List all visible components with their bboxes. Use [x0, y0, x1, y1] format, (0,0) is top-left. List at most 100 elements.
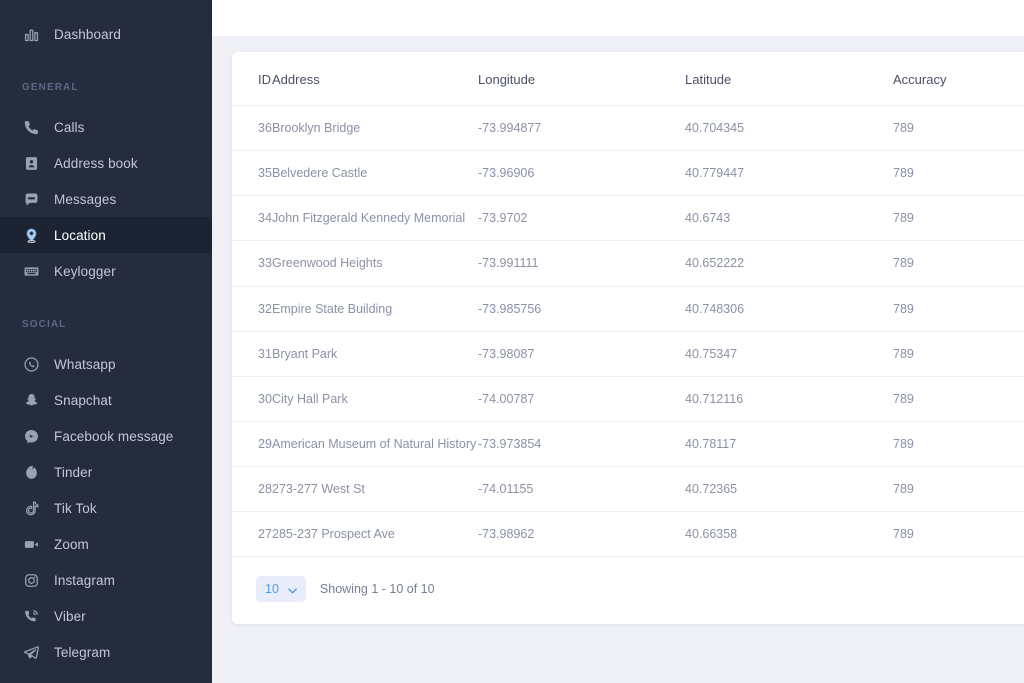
- cell-id: 28: [232, 466, 272, 513]
- sidebar-item-address-book[interactable]: Address book: [0, 145, 212, 181]
- sidebar-item-zoom[interactable]: Zoom: [0, 526, 212, 562]
- cell-latitude: 40.75347: [685, 331, 893, 377]
- table-row[interactable]: 30 City Hall Park -74.00787 40.712116 789: [232, 376, 1024, 422]
- table-row[interactable]: 33 Greenwood Heights -73.991111 40.652222 78…: [232, 240, 1024, 287]
- sidebar-item-label: Location: [54, 227, 106, 243]
- video-icon: [22, 535, 40, 553]
- table-row[interactable]: 28 273-277 West St -74.01155 40.72365 789: [232, 466, 1024, 513]
- wechat-icon: [22, 679, 40, 683]
- cell-id: 30: [232, 376, 272, 422]
- keyboard-icon: [22, 262, 40, 280]
- cell-latitude: 40.78117: [685, 421, 893, 468]
- cell-latitude: 40.779447: [685, 150, 893, 197]
- cell-longitude: -73.98087: [478, 331, 685, 377]
- showing-range-text: Showing 1 - 10 of 10: [319, 582, 435, 597]
- sidebar-section-title-general: GENERAL: [22, 82, 79, 93]
- sidebar: Dashboard GENERAL Calls Address book Message…: [0, 0, 212, 683]
- sidebar-item-label: Zoom: [54, 536, 89, 552]
- cell-latitude: 40.66358: [685, 511, 893, 558]
- column-header-latitude[interactable]: Latitude: [685, 52, 893, 106]
- sidebar-item-label: Messages: [54, 191, 117, 207]
- sidebar-item-label: Address book: [54, 155, 138, 171]
- column-header-longitude[interactable]: Longitude: [478, 52, 685, 106]
- sidebar-item-messages[interactable]: Messages: [0, 181, 212, 217]
- cell-id: 34: [232, 195, 272, 242]
- sidebar-item-label: Viber: [54, 608, 86, 624]
- cell-accuracy: 789: [893, 150, 1024, 197]
- sidebar-item-calls[interactable]: Calls: [0, 109, 212, 145]
- cell-longitude: -74.00787: [478, 376, 685, 422]
- cell-accuracy: 789: [893, 511, 1024, 558]
- sidebar-item-tik-tok[interactable]: Tik Tok: [0, 490, 212, 526]
- sidebar-item-facebook-message[interactable]: Facebook message: [0, 418, 212, 454]
- sidebar-item-label: Dashboard: [54, 26, 121, 42]
- cell-accuracy: 789: [893, 421, 1024, 468]
- column-header-accuracy[interactable]: Accuracy: [893, 52, 1024, 106]
- sidebar-item-tinder[interactable]: Tinder: [0, 454, 212, 490]
- sidebar-section-title-social: SOCIAL: [22, 319, 67, 330]
- contact-icon: [22, 154, 40, 172]
- column-header-address[interactable]: Address: [272, 52, 478, 106]
- per-page-select[interactable]: 10: [256, 576, 306, 603]
- sidebar-item-label: Telegram: [54, 644, 111, 660]
- table-row[interactable]: 34 John Fitzgerald Kennedy Memorial -73.97…: [232, 195, 1024, 242]
- telegram-icon: [22, 643, 40, 661]
- table-row[interactable]: 36 Brooklyn Bridge -73.994877 40.704345 789: [232, 105, 1024, 152]
- sidebar-item-label: Facebook message: [54, 428, 174, 444]
- messenger-icon: [22, 427, 40, 445]
- location-table: ID Address Longitude Latitude Accuracy 3…: [232, 52, 1024, 558]
- phone-icon: [22, 118, 40, 136]
- table-row[interactable]: 27 285-237 Prospect Ave -73.98962 40.66358 7…: [232, 511, 1024, 558]
- table-row[interactable]: 29 American Museum of Natural History -73.…: [232, 421, 1024, 468]
- cell-latitude: 40.712116: [685, 376, 893, 422]
- cell-longitude: -73.991111: [478, 240, 685, 287]
- cell-id: 35: [232, 150, 272, 197]
- tiktok-icon: [22, 499, 40, 517]
- sidebar-item-label: Whatsapp: [54, 356, 116, 372]
- cell-longitude: -74.01155: [478, 466, 685, 513]
- sidebar-item-location[interactable]: Location: [0, 217, 212, 253]
- column-header-id[interactable]: ID: [232, 52, 272, 106]
- cell-id: 33: [232, 240, 272, 287]
- cell-id: 31: [232, 331, 272, 377]
- app-root: Dashboard GENERAL Calls Address book Message…: [0, 0, 1024, 683]
- table-row[interactable]: 35 Belvedere Castle -73.96906 40.779447 789: [232, 150, 1024, 197]
- table-row[interactable]: 32 Empire State Building -73.985756 40.7483…: [232, 286, 1024, 332]
- pagination-bar: 10 Showing 1 - 10 of 10: [232, 557, 1024, 624]
- sidebar-item-instagram[interactable]: Instagram: [0, 562, 212, 598]
- sidebar-item-whatsapp[interactable]: Whatsapp: [0, 346, 212, 382]
- sidebar-item-dashboard[interactable]: Dashboard: [0, 16, 212, 52]
- cell-address: 285-237 Prospect Ave: [272, 511, 478, 558]
- cell-address: City Hall Park: [272, 376, 478, 422]
- tinder-icon: [22, 463, 40, 481]
- cell-id: 32: [232, 286, 272, 332]
- snapchat-icon: [22, 391, 40, 409]
- cell-longitude: -73.973854: [478, 421, 685, 468]
- whatsapp-icon: [22, 355, 40, 373]
- sidebar-item-telegram[interactable]: Telegram: [0, 634, 212, 670]
- cell-address: Empire State Building: [272, 286, 478, 332]
- cell-address: John Fitzgerald Kennedy Memorial: [272, 195, 478, 242]
- chevron-down-icon: [288, 582, 297, 597]
- viber-icon: [22, 607, 40, 625]
- instagram-icon: [22, 571, 40, 589]
- sms-icon: [22, 190, 40, 208]
- sidebar-item-wechat[interactable]: Wechat: [0, 670, 212, 683]
- cell-accuracy: 789: [893, 466, 1024, 513]
- location-table-card: ID Address Longitude Latitude Accuracy 3…: [232, 52, 1024, 625]
- sidebar-item-label: Tik Tok: [54, 500, 97, 516]
- cell-longitude: -73.985756: [478, 286, 685, 332]
- top-bar: [212, 0, 1024, 36]
- table-row[interactable]: 31 Bryant Park -73.98087 40.75347 789: [232, 331, 1024, 377]
- cell-longitude: -73.98962: [478, 511, 685, 558]
- sidebar-item-keylogger[interactable]: Keylogger: [0, 253, 212, 289]
- cell-accuracy: 789: [893, 331, 1024, 377]
- sidebar-item-label: Snapchat: [54, 392, 112, 408]
- cell-longitude: -73.96906: [478, 150, 685, 197]
- cell-latitude: 40.748306: [685, 286, 893, 332]
- sidebar-item-snapchat[interactable]: Snapchat: [0, 382, 212, 418]
- per-page-value: 10: [265, 582, 279, 597]
- sidebar-item-viber[interactable]: Viber: [0, 598, 212, 634]
